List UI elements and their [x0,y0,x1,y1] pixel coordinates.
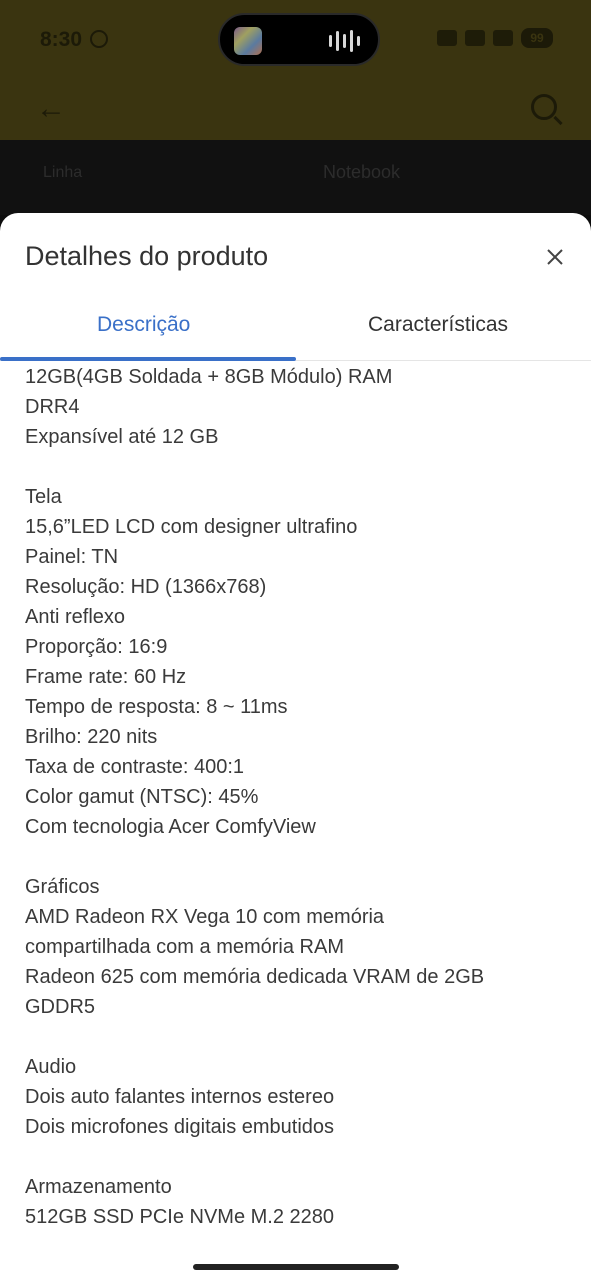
mute-icon [437,30,457,46]
description-line: 15,6”LED LCD com designer ultrafino [25,516,358,538]
spec-row: Linha Notebook [0,140,591,215]
description-line: 12GB(4GB Soldada + 8GB Módulo) RAM [25,366,393,388]
close-icon [547,249,563,265]
close-button[interactable] [541,243,569,271]
section-heading-tela: Tela [25,486,62,508]
wifi-icon [493,30,513,46]
home-indicator[interactable] [193,1264,399,1270]
dynamic-island[interactable] [218,13,380,66]
tab-caracteristicas[interactable]: Características [368,313,508,337]
back-arrow-icon[interactable]: ← [36,94,66,124]
search-icon[interactable] [531,94,557,120]
status-icons: 99 [437,28,553,48]
description-line: DRR4 [25,396,80,418]
description-line: Brilho: 220 nits [25,726,158,748]
description-content[interactable]: 12GB(4GB Soldada + 8GB Módulo) RAM DRR4 … [25,362,575,1232]
description-line: Proporção: 16:9 [25,636,168,658]
description-line: Tempo de resposta: 8 ~ 11ms [25,696,288,718]
tab-descricao[interactable]: Descrição [97,313,190,337]
sheet-title: Detalhes do produto [25,241,269,271]
description-line: Radeon 625 com memória dedicada VRAM de … [25,966,485,988]
spec-label: Linha [43,164,83,181]
section-heading-armazenamento: Armazenamento [25,1176,172,1198]
description-line: Dois auto falantes internos estereo [25,1086,335,1108]
description-line: Painel: TN [25,546,119,568]
description-line: Expansível até 12 GB [25,426,219,448]
section-heading-graficos: Gráficos [25,876,100,898]
active-tab-indicator [0,357,296,361]
description-line: Resolução: HD (1366x768) [25,576,267,598]
description-line: compartilhada com a memória RAM [25,936,344,958]
media-thumbnail-icon [234,27,262,55]
description-line: Frame rate: 60 Hz [25,666,187,688]
audio-wave-icon [329,29,360,53]
description-line: 512GB SSD PCIe NVMe M.2 2280 [25,1206,335,1228]
product-details-sheet: Detalhes do produto Descrição Caracterís… [0,213,591,1280]
description-line: GDDR5 [25,996,96,1018]
description-line: Anti reflexo [25,606,126,628]
description-line: Dois microfones digitais embutidos [25,1116,335,1138]
signal-icon [465,30,485,46]
status-bar: 8:30 99 [0,0,591,82]
description-line: Color gamut (NTSC): 45% [25,786,259,808]
description-line: AMD Radeon RX Vega 10 com memória [25,906,385,928]
status-time: 8:30 [40,28,83,51]
description-line: Taxa de contraste: 400:1 [25,756,245,778]
description-line: Com tecnologia Acer ComfyView [25,816,316,838]
tab-bar: Descrição Características [0,303,591,361]
battery-icon: 99 [521,28,553,48]
whatsapp-icon [90,30,108,48]
section-heading-audio: Audio [25,1056,77,1078]
spec-value: Notebook [323,162,401,182]
app-toolbar: ← [0,82,591,140]
